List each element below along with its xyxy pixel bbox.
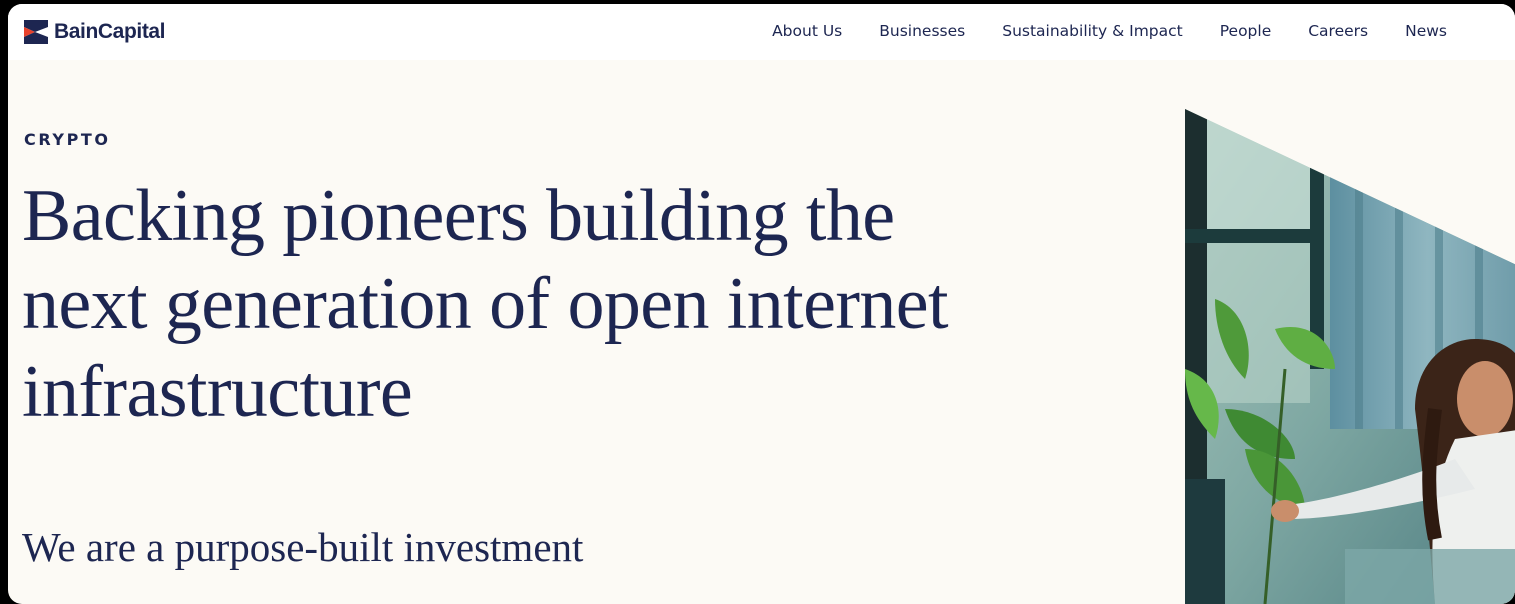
headline-line-3: infrastructure	[22, 351, 413, 433]
nav-sustainability-impact[interactable]: Sustainability & Impact	[1002, 22, 1183, 40]
nav-businesses[interactable]: Businesses	[879, 22, 965, 40]
logo-text: BainCapital	[54, 20, 166, 43]
nav-news[interactable]: News	[1405, 22, 1447, 40]
nav-careers[interactable]: Careers	[1308, 22, 1368, 40]
browser-window: BainCapital About Us Businesses Sustaina…	[8, 4, 1515, 604]
hero-photo	[1185, 109, 1515, 604]
section-eyebrow: CRYPTO	[24, 130, 111, 149]
nav-people[interactable]: People	[1220, 22, 1272, 40]
nav-about-us[interactable]: About Us	[772, 22, 842, 40]
main-nav: About Us Businesses Sustainability & Imp…	[772, 22, 1447, 40]
headline-line-2: next generation of open internet	[22, 263, 949, 345]
site-header: BainCapital About Us Businesses Sustaina…	[8, 4, 1515, 60]
headline-line-1: Backing pioneers building the	[22, 175, 895, 257]
hero-headline: Backing pioneers building the next gener…	[22, 172, 1122, 436]
bain-capital-logo-icon	[24, 20, 48, 44]
bain-capital-logo[interactable]: BainCapital	[24, 18, 166, 46]
hero-subhead: We are a purpose-built investment	[22, 524, 584, 570]
